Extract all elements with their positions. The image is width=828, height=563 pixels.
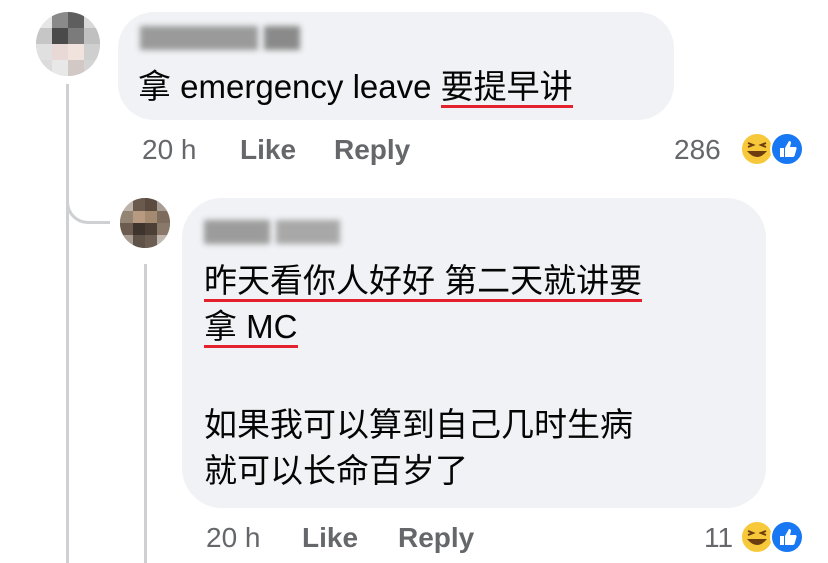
reply-reply-button[interactable]: Reply <box>398 522 474 554</box>
avatar[interactable] <box>36 12 100 76</box>
comment-text: 拿 emergency leave 要提早讲 <box>138 64 573 110</box>
reply-like-button[interactable]: Like <box>302 522 358 554</box>
thread-branch <box>66 180 110 224</box>
reply-text-highlight-1: 昨天看你人好好 第二天就讲要 <box>204 262 643 302</box>
avatar[interactable] <box>120 198 170 248</box>
haha-icon <box>740 520 774 554</box>
comment-reply-button[interactable]: Reply <box>334 134 410 166</box>
reply-reactions[interactable] <box>740 520 804 554</box>
reply-text-line-3: 如果我可以算到自己几时生病 <box>204 406 633 443</box>
comment-bubble: 拿 emergency leave 要提早讲 <box>118 12 674 120</box>
comment-text-prefix: 拿 emergency leave <box>138 68 441 105</box>
reply-bubble: 昨天看你人好好 第二天就讲要 拿 MC 如果我可以算到自己几时生病 就可以长命百… <box>182 198 766 508</box>
reply-text-line-1: 昨天看你人好好 第二天就讲要 <box>204 258 643 304</box>
reply-text-line-4: 就可以长命百岁了 <box>204 452 468 489</box>
comment-timestamp[interactable]: 20 h <box>142 134 197 166</box>
comment-reaction-count[interactable]: 286 <box>674 134 721 166</box>
comment-like-button[interactable]: Like <box>240 134 296 166</box>
thread-line-reply <box>144 264 147 563</box>
like-icon <box>770 132 804 166</box>
reply-text-highlight-2: 拿 MC <box>204 308 298 348</box>
reply-reaction-count[interactable]: 11 <box>704 522 733 554</box>
thread-line-main <box>66 84 69 563</box>
like-icon <box>770 520 804 554</box>
replier-name[interactable] <box>204 220 340 246</box>
haha-icon <box>740 132 774 166</box>
comment-reactions[interactable] <box>740 132 804 166</box>
comment-text-highlight: 要提早讲 <box>440 68 573 108</box>
reply-text-line-2: 拿 MC <box>204 304 298 350</box>
reply-timestamp[interactable]: 20 h <box>206 522 261 554</box>
commenter-name[interactable] <box>140 26 300 52</box>
